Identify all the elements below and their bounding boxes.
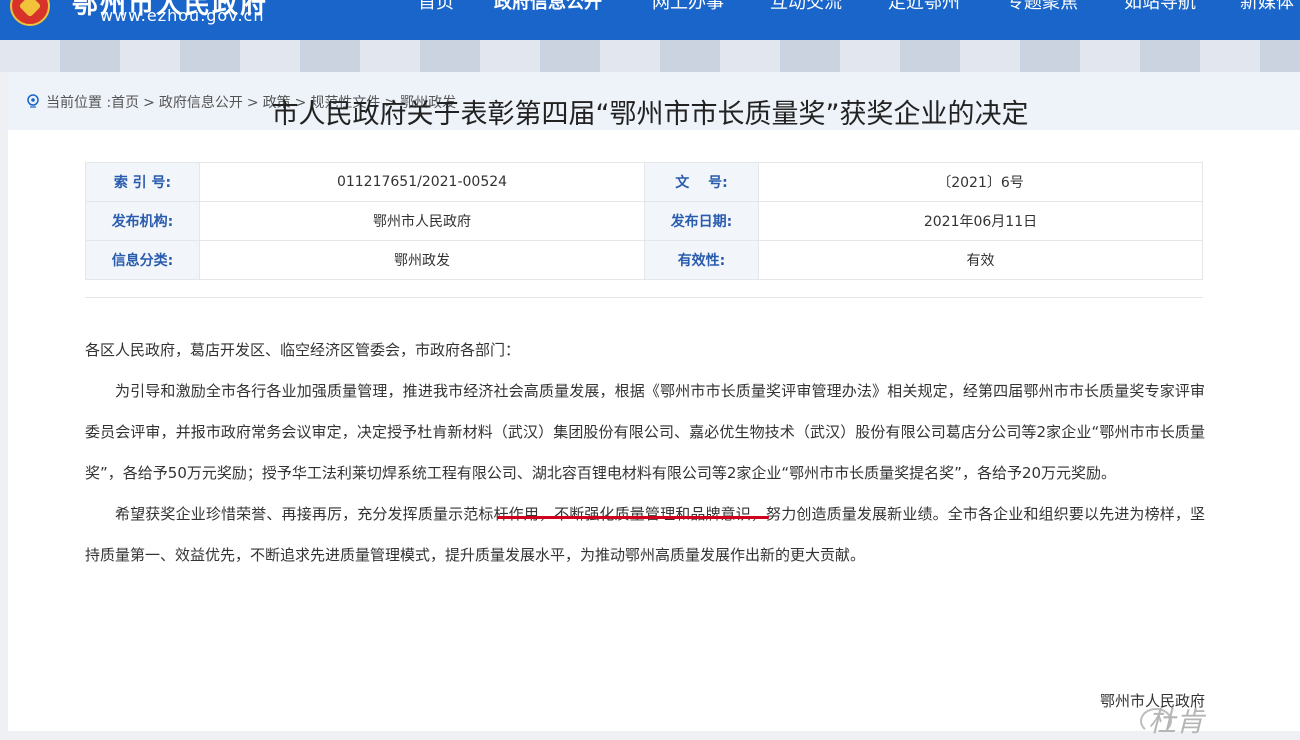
nav-site-map[interactable]: 如站导航: [1124, 0, 1196, 14]
nav-online-service[interactable]: 网上办事: [652, 0, 724, 14]
divider: [85, 297, 1203, 298]
meta-value: 鄂州市人民政府: [199, 201, 645, 241]
meta-row: 信息分类: 鄂州政发 有效性: 有效: [85, 240, 1203, 280]
salutation: 各区人民政府，葛店开发区、临空经济区管委会，市政府各部门：: [85, 341, 521, 359]
national-emblem-icon: [10, 0, 50, 26]
meta-label: 文 号:: [644, 162, 759, 202]
decorative-banner: [0, 40, 1300, 72]
article-body: 各区人民政府，葛店开发区、临空经济区管委会，市政府各部门： 为引导和激励全市各行…: [85, 330, 1205, 576]
meta-value: 2021年06月11日: [758, 201, 1203, 241]
nav-about-ezhou[interactable]: 走近鄂州: [888, 0, 960, 14]
meta-value: 〔2021〕6号: [758, 162, 1203, 202]
paragraph: 为引导和激励全市各行各业加强质量管理，推进我市经济社会高质量发展，根据《鄂州市市…: [85, 382, 1205, 482]
nav-home[interactable]: 首页: [418, 0, 454, 14]
nav-topics[interactable]: 专题聚焦: [1006, 0, 1078, 14]
nav-interaction[interactable]: 互动交流: [770, 0, 842, 14]
paragraph: 希望获奖企业珍惜荣誉、再接再厉，充分发挥质量示范标杆作用，不断强化质量管理和品牌…: [85, 505, 1205, 564]
highlight-underline: [497, 516, 769, 519]
meta-row: 发布机构: 鄂州市人民政府 发布日期: 2021年06月11日: [85, 201, 1203, 241]
meta-value: 011217651/2021-00524: [199, 162, 645, 202]
site-header: 鄂州市人民政府 www.ezhou.gov.cn 首页 政府信息公开 网上办事 …: [0, 0, 1300, 40]
meta-value: 有效: [758, 240, 1203, 280]
meta-row: 索 引 号: 011217651/2021-00524 文 号: 〔2021〕6…: [85, 162, 1203, 202]
meta-label: 发布日期:: [644, 201, 759, 241]
meta-label: 信息分类:: [85, 240, 200, 280]
nav-gov-info[interactable]: 政府信息公开: [494, 0, 602, 14]
meta-value: 鄂州政发: [199, 240, 645, 280]
meta-label: 有效性:: [644, 240, 759, 280]
meta-label: 发布机构:: [85, 201, 200, 241]
document-meta-table: 索 引 号: 011217651/2021-00524 文 号: 〔2021〕6…: [85, 162, 1203, 280]
nav-new-media[interactable]: 新媒体: [1240, 0, 1294, 14]
site-url: www.ezhou.gov.cn: [100, 6, 265, 25]
meta-label: 索 引 号:: [85, 162, 200, 202]
page-title: 市人民政府关于表彰第四届“鄂州市市长质量奖”获奖企业的决定: [271, 99, 1029, 130]
watermark: 杜肯: [1148, 705, 1205, 738]
